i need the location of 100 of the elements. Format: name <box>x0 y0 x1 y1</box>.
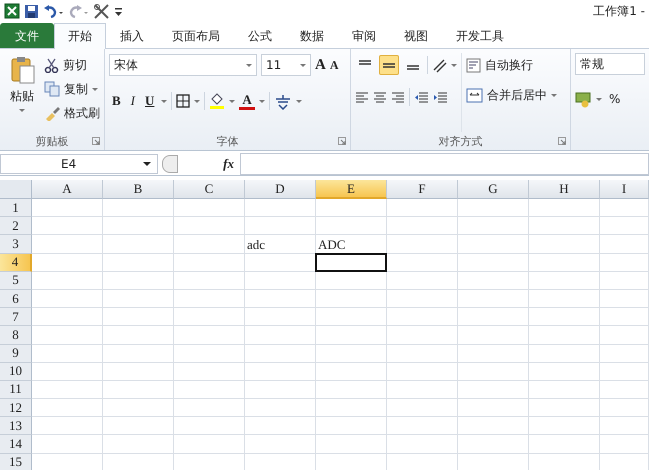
align-left-icon[interactable] <box>354 90 369 104</box>
table-cell[interactable] <box>245 435 316 454</box>
table-cell[interactable] <box>174 362 245 381</box>
increase-indent-icon[interactable] <box>432 90 448 104</box>
column-header[interactable]: B <box>103 180 174 199</box>
paste-button[interactable]: 粘贴 <box>4 53 40 132</box>
table-cell[interactable] <box>529 235 600 254</box>
table-cell[interactable] <box>174 272 245 290</box>
table-cell[interactable] <box>529 362 600 381</box>
row-header[interactable]: 6 <box>0 290 32 308</box>
table-cell[interactable] <box>174 199 245 218</box>
table-cell[interactable] <box>32 344 103 363</box>
table-cell[interactable] <box>600 362 649 381</box>
table-cell[interactable] <box>600 235 649 254</box>
wrap-text-button[interactable]: 自动换行 <box>466 55 557 75</box>
number-format-dropdown[interactable]: 常规 <box>575 53 645 75</box>
table-cell[interactable] <box>458 235 529 254</box>
table-cell[interactable] <box>32 417 103 436</box>
table-cell[interactable] <box>103 290 174 308</box>
row-header[interactable]: 2 <box>0 217 32 236</box>
table-cell[interactable] <box>316 217 387 236</box>
table-cell[interactable] <box>458 308 529 326</box>
fill-color-icon[interactable] <box>209 93 226 109</box>
row-header[interactable]: 8 <box>0 326 32 344</box>
name-box[interactable]: E4 <box>0 154 158 174</box>
table-cell[interactable] <box>316 362 387 381</box>
table-cell[interactable] <box>387 362 458 381</box>
table-cell[interactable] <box>600 290 649 308</box>
copy-icon[interactable] <box>44 81 60 97</box>
table-cell[interactable] <box>316 399 387 418</box>
table-cell[interactable] <box>600 380 649 400</box>
cut-button[interactable]: 剪切 <box>44 55 100 75</box>
align-right-icon[interactable] <box>390 90 405 104</box>
table-cell[interactable] <box>387 235 458 254</box>
row-header[interactable]: 1 <box>0 199 32 218</box>
table-cell[interactable] <box>600 272 649 290</box>
ribbon-tab[interactable]: 插入 <box>106 23 158 48</box>
row-header[interactable]: 3 <box>0 235 32 254</box>
table-cell[interactable] <box>103 254 174 272</box>
font-color-button[interactable]: A <box>239 92 255 110</box>
copy-button[interactable]: 复制 <box>44 79 100 99</box>
phonetic-icon[interactable] <box>274 92 292 110</box>
table-cell[interactable] <box>458 272 529 290</box>
row-header[interactable]: 14 <box>0 435 32 454</box>
table-cell[interactable] <box>245 380 316 400</box>
table-cell[interactable] <box>174 254 245 272</box>
row-header[interactable]: 4 <box>0 254 32 272</box>
ribbon-tab[interactable]: 公式 <box>234 23 286 48</box>
table-cell[interactable] <box>245 290 316 308</box>
table-cell[interactable] <box>529 326 600 344</box>
table-cell[interactable] <box>174 417 245 436</box>
shrink-font-button[interactable]: A <box>330 58 339 72</box>
row-header[interactable]: 7 <box>0 308 32 326</box>
font-size-dropdown[interactable]: 11 <box>261 54 311 76</box>
select-all-button[interactable] <box>0 180 32 199</box>
align-center-icon[interactable] <box>372 90 387 104</box>
table-cell[interactable] <box>32 254 103 272</box>
table-cell[interactable] <box>529 399 600 418</box>
table-cell[interactable] <box>387 399 458 418</box>
table-cell[interactable] <box>103 326 174 344</box>
row-header[interactable]: 13 <box>0 417 32 436</box>
save-icon[interactable] <box>24 4 39 18</box>
table-cell[interactable] <box>600 217 649 236</box>
table-cell[interactable] <box>529 308 600 326</box>
scissors-icon[interactable] <box>44 58 59 72</box>
table-cell[interactable] <box>316 380 387 400</box>
table-cell[interactable] <box>529 199 600 218</box>
table-cell[interactable] <box>32 435 103 454</box>
brush-icon[interactable] <box>44 105 60 121</box>
table-cell[interactable] <box>529 254 600 272</box>
table-cell[interactable] <box>387 435 458 454</box>
table-cell[interactable] <box>245 272 316 290</box>
ribbon-tab[interactable]: 开发工具 <box>442 23 518 48</box>
table-cell[interactable] <box>600 199 649 218</box>
excel-icon[interactable] <box>4 3 20 19</box>
bold-button[interactable]: B <box>109 93 124 109</box>
table-cell[interactable] <box>32 272 103 290</box>
table-cell[interactable] <box>245 417 316 436</box>
table-cell[interactable] <box>458 435 529 454</box>
table-cell[interactable] <box>32 380 103 400</box>
merge-cells-icon[interactable] <box>466 88 483 102</box>
table-cell[interactable] <box>387 344 458 363</box>
table-cell[interactable] <box>174 344 245 363</box>
row-header[interactable]: 9 <box>0 344 32 363</box>
table-cell[interactable] <box>600 399 649 418</box>
column-header[interactable]: F <box>387 180 458 199</box>
row-header[interactable]: 10 <box>0 362 32 381</box>
table-cell[interactable]: ADC <box>316 235 387 254</box>
font-name-dropdown[interactable]: 宋体 <box>109 54 257 76</box>
table-cell[interactable] <box>529 272 600 290</box>
table-cell[interactable] <box>174 399 245 418</box>
table-cell[interactable] <box>458 290 529 308</box>
table-cell[interactable] <box>387 308 458 326</box>
column-header[interactable]: I <box>600 180 649 199</box>
table-cell[interactable] <box>387 272 458 290</box>
file-tab[interactable]: 文件 <box>0 23 54 48</box>
column-header[interactable]: C <box>174 180 245 199</box>
expand-handle[interactable] <box>162 155 178 173</box>
table-cell[interactable] <box>103 435 174 454</box>
column-header[interactable]: H <box>529 180 600 199</box>
